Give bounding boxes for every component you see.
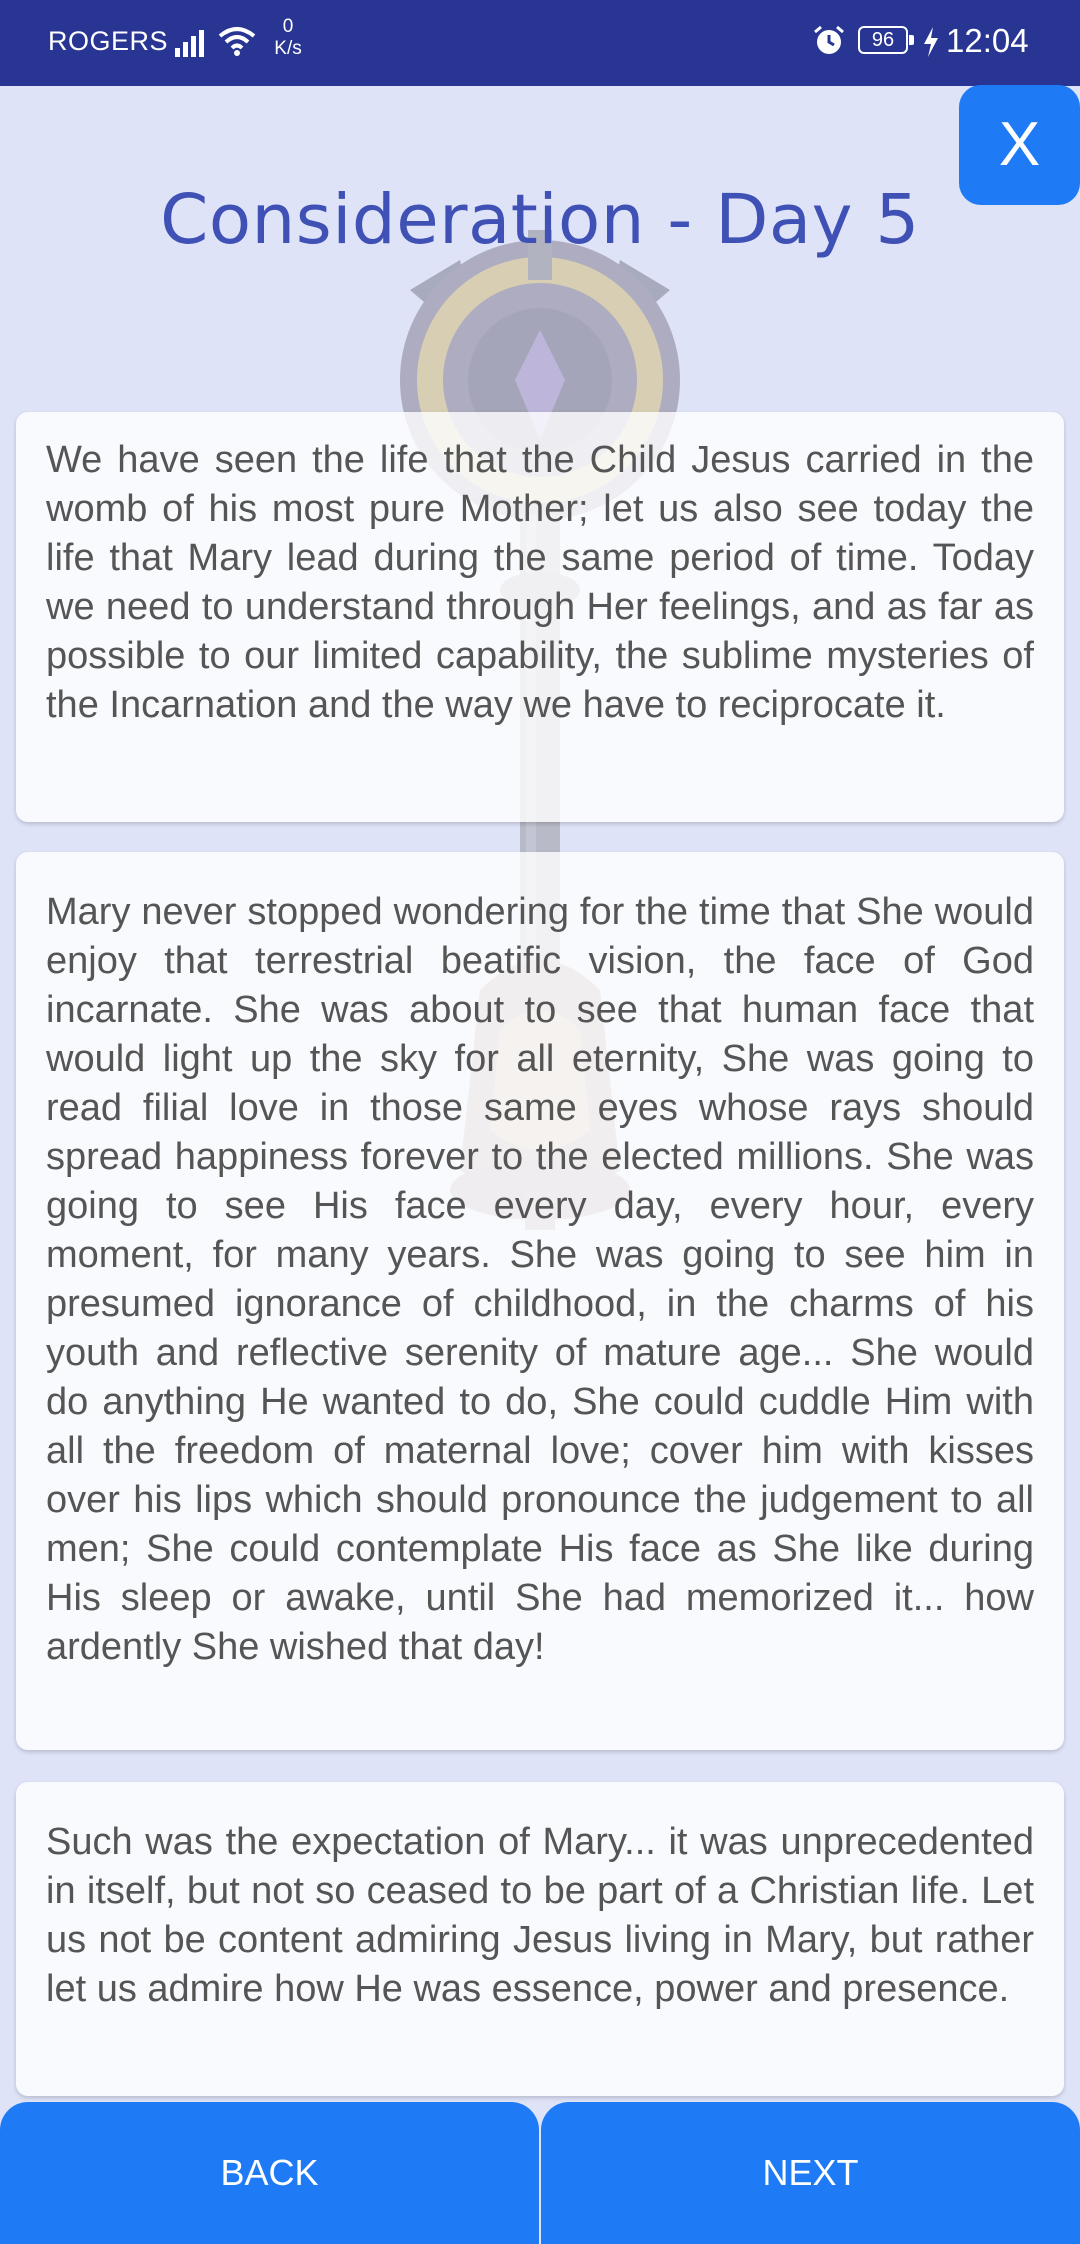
back-button[interactable]: BACK <box>0 2102 539 2244</box>
carrier-name: ROGERS <box>48 26 169 56</box>
clock: 12:04 <box>946 22 1029 59</box>
card-paragraph: We have seen the life that the Child Jes… <box>46 439 1034 726</box>
next-button[interactable]: NEXT <box>541 2102 1080 2244</box>
signal-icon <box>175 30 204 57</box>
battery-icon: 96 <box>858 26 916 56</box>
wifi-icon <box>218 27 256 56</box>
alarm-icon <box>814 25 844 54</box>
page-title: Consideration - Day 5 <box>160 180 920 260</box>
card-paragraph: Such was the expectation of Mary... it w… <box>46 1821 1034 2010</box>
text-card: Mary never stopped wondering for the tim… <box>16 852 1064 1750</box>
network-speed-value: 0 <box>282 16 294 37</box>
text-card: Such was the expectation of Mary... it w… <box>16 1782 1064 2096</box>
card-paragraph: Mary never stopped wondering for the tim… <box>46 891 1034 1668</box>
network-speed: 0 K/s <box>268 16 308 60</box>
battery-level: 96 <box>858 26 908 54</box>
charging-icon <box>924 27 938 57</box>
network-speed-unit: K/s <box>274 38 302 59</box>
status-bar: ROGERS 0 K/s 96 12:04 <box>0 0 1080 86</box>
text-card: We have seen the life that the Child Jes… <box>16 412 1064 822</box>
